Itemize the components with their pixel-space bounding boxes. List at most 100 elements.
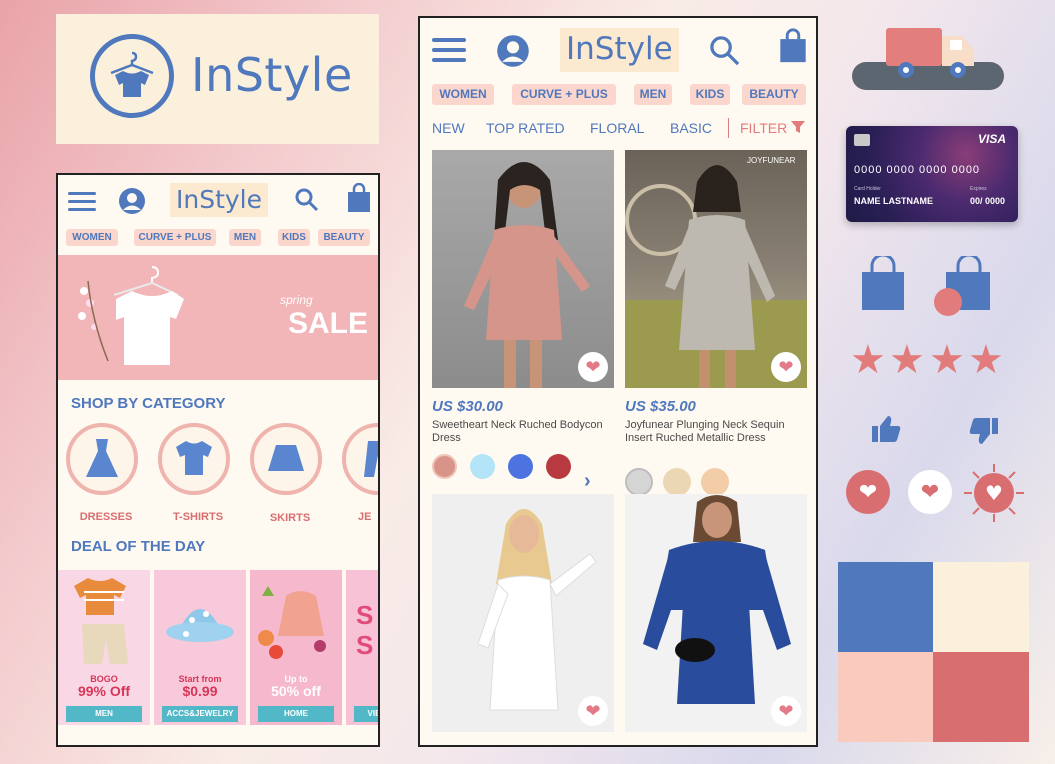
deal-promo-top: S [356,600,374,630]
category-label-jeans: JE [358,511,372,523]
color-swatch[interactable] [663,468,691,496]
brand-logo-card: InStyle [56,14,379,144]
filter-icon[interactable] [790,119,806,135]
product-image[interactable]: JOYFUNEAR ❤ [625,150,807,388]
product-image[interactable]: ❤ [625,494,807,732]
category-tshirts[interactable] [158,423,230,495]
favorite-heart-icon[interactable]: ❤ [578,696,608,726]
star-icon[interactable]: ★ [929,340,965,380]
tab-top-rated[interactable]: TOP RATED [486,120,565,136]
deal-promo-main: 99% Off [77,683,131,699]
chip-women[interactable]: WOMEN [432,84,494,105]
palette-swatch-blush [838,652,933,742]
menu-icon[interactable] [68,192,96,216]
user-icon[interactable] [496,34,530,68]
chip-women[interactable]: WOMEN [66,229,118,246]
product-image[interactable]: ❤ [432,150,614,388]
thumbs-up-icon[interactable] [870,414,902,444]
thumbs-down-icon[interactable] [968,416,1000,446]
truck-icon [886,28,974,78]
palette-swatch-blue [838,562,933,652]
sale-banner[interactable]: spring SALE [58,255,378,380]
card-number: 0000 0000 0000 0000 [854,164,981,176]
user-icon[interactable] [118,187,146,215]
card-expiry: 00/ 0000 [970,196,1006,206]
shopping-bag-icon[interactable] [858,256,908,312]
deal-tag-partial[interactable]: VIE [354,706,378,722]
tab-new[interactable]: NEW [432,120,465,136]
product-name[interactable]: Sweetheart Neck Ruched Bodycon Dress [432,419,612,445]
search-icon[interactable] [294,187,320,213]
category-skirts[interactable] [250,423,322,495]
chip-kids[interactable]: KIDS [278,229,310,246]
tab-divider [728,118,729,138]
deal-card-home[interactable]: Up to 50% off HOME [250,570,342,725]
chip-men[interactable]: MEN [634,84,672,105]
chip-beauty[interactable]: BEAUTY [742,84,806,105]
color-swatch[interactable] [432,454,457,479]
star-icon[interactable]: ★ [850,340,886,380]
svg-text:♥: ♥ [985,481,1003,505]
credit-card[interactable]: VISA 0000 0000 0000 0000 Card Holder Exp… [846,126,1018,222]
category-label-dresses: DRESSES [79,511,133,523]
app-title: InStyle [170,183,269,217]
chip-curve-plus[interactable]: CURVE + PLUS [134,229,216,246]
product-name[interactable]: Joyfunear Plunging Neck Sequin Insert Ru… [625,419,805,445]
section-title-category: SHOP BY CATEGORY [71,395,226,412]
deal-promo-main: S [356,630,374,660]
star-icon[interactable]: ★ [889,340,925,380]
heart-icon[interactable]: ❤ [846,470,890,514]
color-swatch[interactable] [701,468,729,496]
image-watermark: JOYFUNEAR [747,156,796,165]
chip-beauty[interactable]: BEAUTY [318,229,370,246]
star-icon[interactable]: ★ [968,340,1004,380]
chip-men[interactable]: MEN [229,229,261,246]
shopping-bag-notification-icon[interactable] [934,256,994,318]
deal-tag-home[interactable]: HOME [258,706,334,722]
color-swatch[interactable] [625,468,653,496]
category-dresses[interactable] [66,423,138,495]
color-swatch[interactable] [546,454,571,479]
banner-sale: SALE [288,307,369,340]
deal-card-accessories[interactable]: Start from $0.99 ACCS&JEWELRY [154,570,246,725]
logo-wordmark: InStyle [191,48,353,102]
section-title-deal: DEAL OF THE DAY [71,538,206,555]
product-price: US $35.00 [625,398,696,415]
palette-swatch-cream [933,562,1029,652]
dress-icon [86,439,118,477]
logo-emblem [90,34,174,118]
favorite-heart-icon[interactable]: ❤ [771,696,801,726]
shopping-bag-icon[interactable] [778,28,808,64]
tshirt-icon [176,441,212,475]
tab-basic[interactable]: BASIC [670,120,712,136]
favorite-heart-icon[interactable]: ❤ [578,352,608,382]
card-holder-label: Card Holder [854,186,881,192]
color-swatch[interactable] [508,454,533,479]
chevron-right-icon[interactable]: › [584,470,591,493]
deal-tag-men[interactable]: MEN [66,706,142,722]
skirt-icon [268,445,304,471]
color-swatch[interactable] [470,454,495,479]
tab-floral[interactable]: FLORAL [590,120,644,136]
product-image[interactable]: ❤ [432,494,614,732]
deal-tag-accessories[interactable]: ACCS&JEWELRY [162,706,238,722]
heart-burst-icon[interactable]: ♥ [962,462,1026,524]
deal-card-men[interactable]: BOGO 99% Off MEN [58,570,150,725]
deal-clothes-illustration [74,578,128,664]
shopping-bag-icon[interactable] [346,183,372,213]
favorite-heart-icon[interactable]: ❤ [771,352,801,382]
palette-swatch-rose [933,652,1029,742]
home-screen: InStyle WOMEN CURVE + PLUS MEN KIDS BEAU… [56,173,380,747]
heart-icon[interactable]: ❤ [908,470,952,514]
category-label-skirts: SKIRTS [269,512,311,524]
search-icon[interactable] [708,34,742,68]
chip-kids[interactable]: KIDS [690,84,730,105]
category-jeans[interactable] [342,423,378,495]
menu-icon[interactable] [432,38,466,67]
deal-card-partial[interactable]: S S VIE [346,570,378,725]
filter-button[interactable]: FILTER [740,120,787,136]
banner-script: spring [280,293,313,307]
banner-tshirt-illustration [78,266,184,365]
chip-curve-plus[interactable]: CURVE + PLUS [512,84,616,105]
card-chip-icon [854,134,870,146]
